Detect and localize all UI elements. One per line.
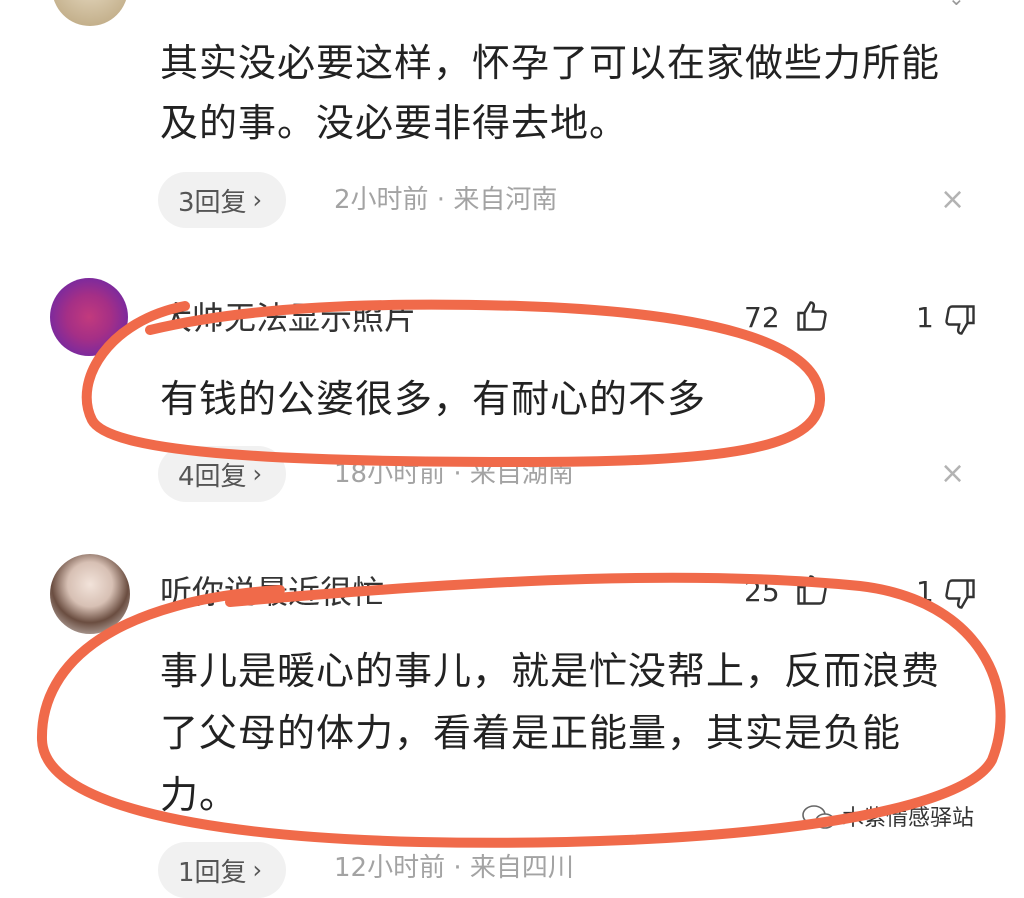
thumbs-down-icon[interactable] <box>942 302 978 338</box>
replies-label: 4回复 <box>178 461 247 492</box>
replies-label: 1回复 <box>178 857 247 888</box>
dislike-count-3: 1 <box>916 575 934 608</box>
comment-text-3a: 事儿是暖心的事儿，就是忙没帮上，反而浪费 <box>160 649 941 693</box>
thumbs-down-icon[interactable] <box>942 576 978 612</box>
avatar-user-2[interactable] <box>50 278 128 356</box>
like-count-2: 72 <box>744 301 780 334</box>
chevron-right-icon: › <box>252 460 263 488</box>
replies-button-1[interactable]: 3回复 › <box>158 172 287 228</box>
thumbs-up-icon[interactable] <box>794 572 830 608</box>
more-icon[interactable]: ⌄ <box>948 0 968 10</box>
close-icon[interactable]: × <box>940 454 965 494</box>
comment-text-2: 有钱的公婆很多，有耐心的不多 <box>160 377 707 421</box>
chevron-right-icon: › <box>252 186 263 214</box>
comment-text-1a: 其实没必要这样，怀孕了可以在家做些力所能 <box>160 41 941 85</box>
comment-meta-3: 12小时前 · 来自四川 <box>334 853 574 883</box>
wechat-icon <box>802 804 836 832</box>
comment-text-1b: 及的事。没必要非得去地。 <box>160 101 629 145</box>
username-2[interactable]: 大帅无法显示照片 <box>160 298 416 338</box>
watermark-text: 木紫情感驿站 <box>842 806 975 831</box>
replies-label: 3回复 <box>178 187 247 218</box>
comment-text-3b: 了父母的体力，看着是正能量，其实是负能 <box>160 711 902 755</box>
comment-text-3c: 力。 <box>160 773 239 817</box>
comment-meta-1: 2小时前 · 来自河南 <box>334 185 558 215</box>
username-3[interactable]: 听你说最近很忙 <box>160 572 384 612</box>
close-icon[interactable]: × <box>940 180 965 220</box>
replies-button-3[interactable]: 1回复 › <box>158 842 287 898</box>
replies-button-2[interactable]: 4回复 › <box>158 446 287 502</box>
like-count-3: 25 <box>744 575 780 608</box>
thumbs-up-icon[interactable] <box>794 298 830 334</box>
avatar-user-3[interactable] <box>50 554 130 634</box>
comment-meta-2: 18小时前 · 来自湖南 <box>334 459 574 489</box>
chevron-right-icon: › <box>252 856 263 884</box>
avatar-top[interactable] <box>52 0 128 26</box>
dislike-count-2: 1 <box>916 301 934 334</box>
